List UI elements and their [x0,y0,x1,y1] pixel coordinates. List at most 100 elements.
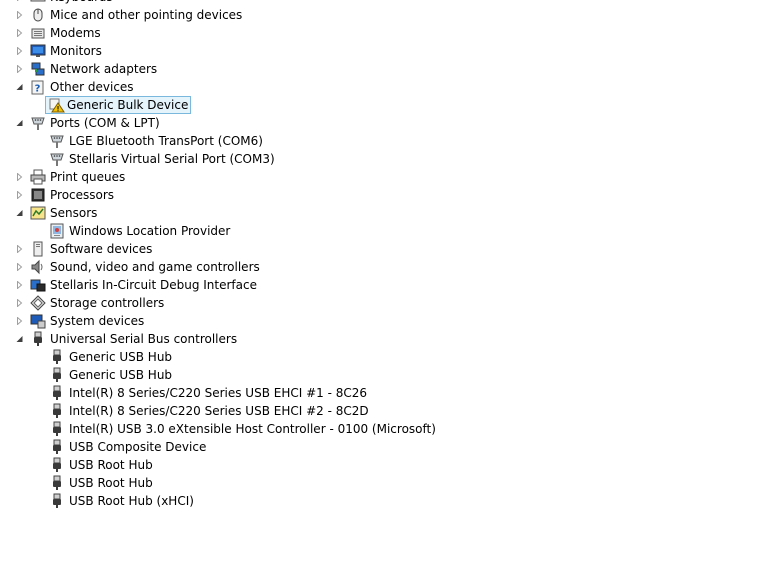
tree-item-label: Print queues [50,170,126,184]
tree-item-label: USB Root Hub [69,476,153,490]
tree-category[interactable]: Network adapters [0,60,765,78]
tree-item-label: System devices [50,314,145,328]
port-icon [49,151,65,167]
tree-category[interactable]: System devices [0,312,765,330]
tree-device[interactable]: USB Root Hub [0,456,765,474]
warning-device-icon [49,97,65,113]
tree-category[interactable]: Processors [0,186,765,204]
debug-interface-icon [30,277,46,293]
usb-icon [49,475,65,491]
collapsed-arrow-icon[interactable] [15,258,25,276]
printer-icon [30,169,46,185]
usb-icon [49,457,65,473]
tree-item-label: Generic Bulk Device [45,96,192,114]
tree-category[interactable]: Sound, video and game controllers [0,258,765,276]
tree-device[interactable]: Stellaris Virtual Serial Port (COM3) [0,150,765,168]
tree-item-label: Software devices [50,242,153,256]
tree-item-label: LGE Bluetooth TransPort (COM6) [69,134,263,148]
tree-item-label: Stellaris Virtual Serial Port (COM3) [69,152,275,166]
collapsed-arrow-icon[interactable] [15,240,25,258]
unknown-device-icon: ? [30,79,46,95]
tree-item-label: Windows Location Provider [69,224,231,238]
tree-device[interactable]: USB Root Hub (xHCI) [0,492,765,510]
tree-category[interactable]: Ports (COM & LPT) [0,114,765,132]
tree-category[interactable]: ? Other devices [0,78,765,96]
collapsed-arrow-icon[interactable] [15,42,25,60]
tree-device[interactable]: Generic Bulk Device [0,96,765,114]
tree-item-label: Sound, video and game controllers [50,260,260,274]
tree-device[interactable]: Generic USB Hub [0,366,765,384]
location-sensor-icon [49,223,65,239]
tree-item-label: Intel(R) 8 Series/C220 Series USB EHCI #… [69,404,369,418]
expanded-arrow-icon[interactable] [15,114,25,132]
collapsed-arrow-icon[interactable] [15,168,25,186]
speaker-icon [30,259,46,275]
keyboard-icon [30,0,46,5]
collapsed-arrow-icon[interactable] [15,294,25,312]
tree-device[interactable]: LGE Bluetooth TransPort (COM6) [0,132,765,150]
network-adapter-icon [30,61,46,77]
expanded-arrow-icon[interactable] [15,204,25,222]
tree-item-label: Processors [50,188,115,202]
tree-item-label: Ports (COM & LPT) [50,116,160,130]
tree-category[interactable]: Stellaris In-Circuit Debug Interface [0,276,765,294]
tree-item-label: USB Composite Device [69,440,207,454]
usb-icon [49,403,65,419]
tree-device[interactable]: Generic USB Hub [0,348,765,366]
system-device-icon [30,313,46,329]
tree-category[interactable]: Monitors [0,42,765,60]
tree-item-label: Network adapters [50,62,158,76]
processor-icon [30,187,46,203]
tree-category[interactable]: Software devices [0,240,765,258]
tree-device[interactable]: USB Composite Device [0,438,765,456]
tree-item-label: Generic USB Hub [69,350,173,364]
collapsed-arrow-icon[interactable] [15,60,25,78]
usb-icon [49,349,65,365]
usb-icon [49,367,65,383]
tree-device[interactable]: Intel(R) 8 Series/C220 Series USB EHCI #… [0,402,765,420]
modem-icon [30,25,46,41]
tree-item-label: Other devices [50,80,134,94]
mouse-icon [30,7,46,23]
tree-item-label: Monitors [50,44,102,58]
tree-item-label: Sensors [50,206,98,220]
tree-device[interactable]: USB Root Hub [0,474,765,492]
svg-text:?: ? [35,84,41,95]
tree-device[interactable]: Intel(R) 8 Series/C220 Series USB EHCI #… [0,384,765,402]
storage-controller-icon [30,295,46,311]
tree-item-label: Modems [50,26,101,40]
tree-item-label: Storage controllers [50,296,165,310]
usb-icon [30,331,46,347]
tree-category[interactable]: Print queues [0,168,765,186]
tree-device[interactable]: Intel(R) USB 3.0 eXtensible Host Control… [0,420,765,438]
usb-icon [49,439,65,455]
usb-icon [49,385,65,401]
tree-category[interactable]: Universal Serial Bus controllers [0,330,765,348]
usb-icon [49,493,65,509]
tree-item-label: Generic USB Hub [69,368,173,382]
collapsed-arrow-icon[interactable] [15,312,25,330]
expanded-arrow-icon[interactable] [15,78,25,96]
tree-item-label: Intel(R) USB 3.0 eXtensible Host Control… [69,422,436,436]
tree-category[interactable]: Sensors [0,204,765,222]
collapsed-arrow-icon[interactable] [15,276,25,294]
expanded-arrow-icon[interactable] [15,330,25,348]
software-device-icon [30,241,46,257]
port-icon [30,115,46,131]
tree-item-label: USB Root Hub (xHCI) [69,494,194,508]
collapsed-arrow-icon[interactable] [15,186,25,204]
tree-item-label: Universal Serial Bus controllers [50,332,238,346]
tree-item-label: Intel(R) 8 Series/C220 Series USB EHCI #… [69,386,368,400]
device-tree: KeyboardsMice and other pointing devices… [0,0,765,510]
tree-category[interactable]: Modems [0,24,765,42]
collapsed-arrow-icon[interactable] [15,24,25,42]
tree-item-label: Mice and other pointing devices [50,8,243,22]
collapsed-arrow-icon[interactable] [15,6,25,24]
tree-category[interactable]: Storage controllers [0,294,765,312]
tree-item-label: USB Root Hub [69,458,153,472]
sensor-icon [30,205,46,221]
port-icon [49,133,65,149]
tree-item-label: Stellaris In-Circuit Debug Interface [50,278,257,292]
tree-category[interactable]: Mice and other pointing devices [0,6,765,24]
tree-device[interactable]: Windows Location Provider [0,222,765,240]
